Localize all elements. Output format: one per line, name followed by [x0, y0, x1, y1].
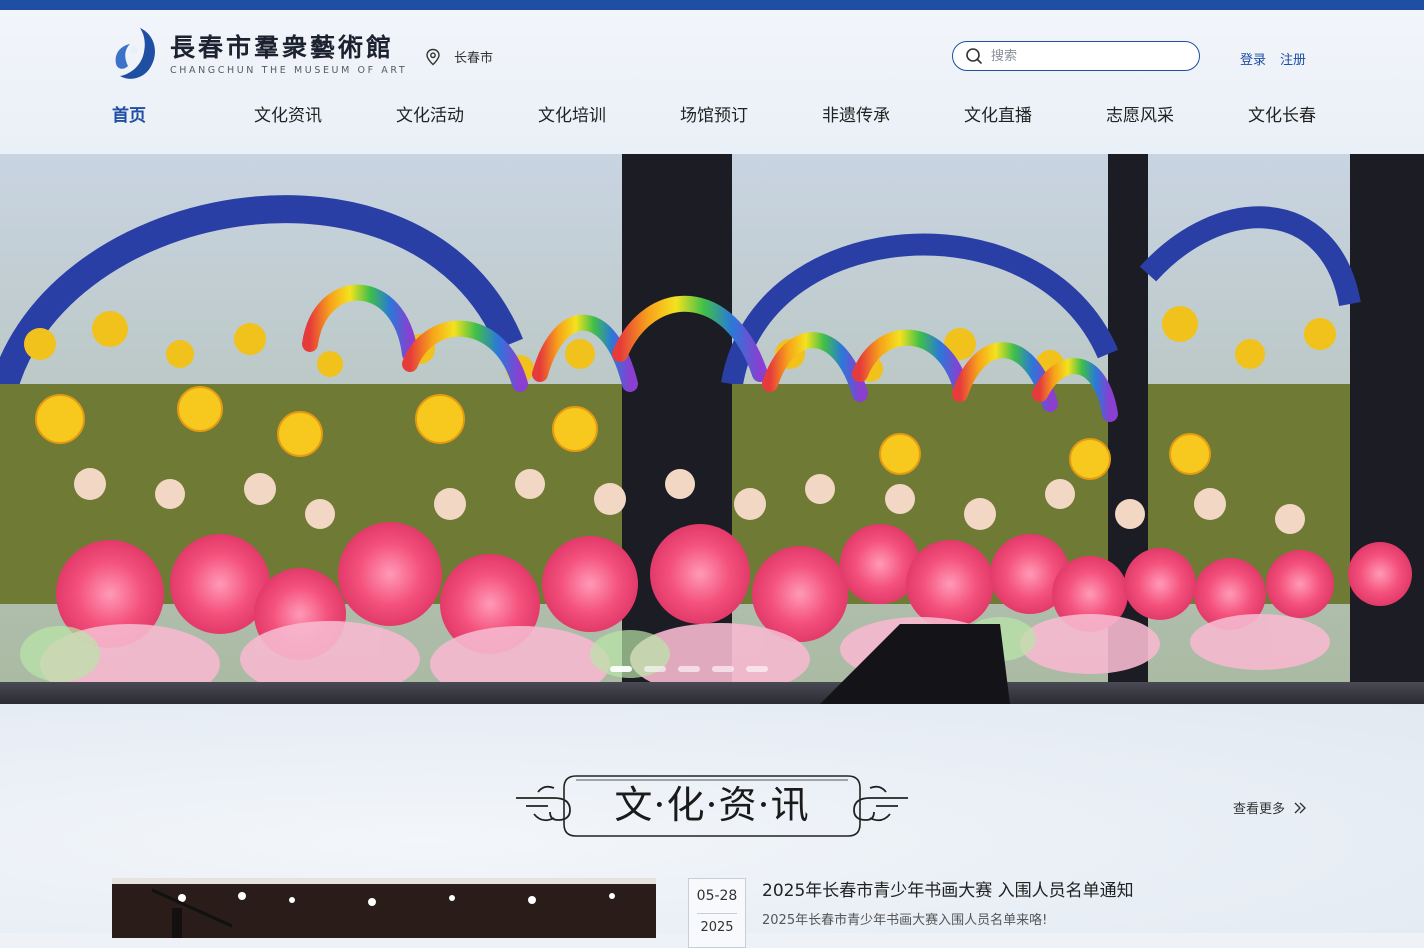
search-input[interactable] [989, 47, 1183, 65]
site-header: 長春市羣衆藝術館 CHANGCHUN THE MUSEUM OF ART 长春市… [0, 10, 1424, 154]
hero-banner-image [0, 154, 1424, 704]
logo-chinese-name: 長春市羣衆藝術館 [170, 32, 395, 62]
double-chevron-right-icon [1294, 802, 1307, 813]
site-logo[interactable]: 長春市羣衆藝術館 CHANGCHUN THE MUSEUM OF ART [110, 24, 407, 84]
carousel-dot[interactable] [678, 666, 700, 672]
location-label: 长春市 [454, 51, 494, 66]
top-accent-bar [0, 0, 1424, 10]
news-summary: 2025年长春市青少年书画大赛入围人员名单来咯! [762, 913, 1048, 928]
news-thumbnail-image [112, 878, 656, 938]
nav-item-culture-live[interactable]: 文化直播 [964, 104, 1106, 128]
view-more-link[interactable]: 查看更多 [1233, 798, 1307, 817]
culture-news-section: 文·化·资·讯 查看更多 05-28 2025 2025年长春市青少年书画大赛 … [0, 704, 1424, 948]
carousel-indicators [610, 666, 768, 672]
news-title[interactable]: 2025年长春市青少年书画大赛 入围人员名单通知 [762, 876, 1134, 901]
carousel-dot[interactable] [610, 666, 632, 672]
logo-english-name: CHANGCHUN THE MUSEUM OF ART [170, 64, 408, 76]
login-link[interactable]: 登录 [1240, 49, 1266, 68]
section-title: 文·化·资·讯 [514, 774, 910, 838]
location-pin-icon [426, 48, 440, 65]
nav-item-venue-booking[interactable]: 场馆预订 [680, 104, 822, 128]
date-divider [697, 913, 737, 914]
nav-item-home[interactable]: 首页 [112, 104, 254, 128]
carousel-dot[interactable] [746, 666, 768, 672]
news-date-month-day: 05-28 [696, 888, 738, 904]
section-title-text: 文·化·资·讯 [614, 783, 810, 827]
nav-item-culture-activities[interactable]: 文化活动 [396, 104, 538, 128]
view-more-label: 查看更多 [1233, 802, 1286, 817]
hero-banner[interactable] [0, 154, 1424, 704]
nav-item-intangible-heritage[interactable]: 非遗传承 [822, 104, 964, 128]
nav-item-culture-training[interactable]: 文化培训 [538, 104, 680, 128]
carousel-dot[interactable] [712, 666, 734, 672]
logo-emblem-icon [115, 28, 155, 79]
search-box[interactable] [952, 41, 1200, 71]
nav-item-culture-news[interactable]: 文化资讯 [254, 104, 396, 128]
nav-item-culture-changchun[interactable]: 文化长春 [1248, 104, 1390, 128]
register-link[interactable]: 注册 [1280, 49, 1306, 68]
carousel-dot[interactable] [644, 666, 666, 672]
news-date: 05-28 2025 [688, 878, 746, 948]
auth-links: 登录 注册 [1240, 49, 1306, 68]
location-selector[interactable]: 长春市 [424, 47, 493, 66]
news-thumbnail[interactable] [112, 878, 656, 938]
search-icon[interactable] [965, 47, 983, 65]
nav-item-volunteer[interactable]: 志愿风采 [1106, 104, 1248, 128]
main-nav: 首页 文化资讯 文化活动 文化培训 场馆预订 非遗传承 文化直播 志愿风采 文化… [112, 104, 1390, 128]
